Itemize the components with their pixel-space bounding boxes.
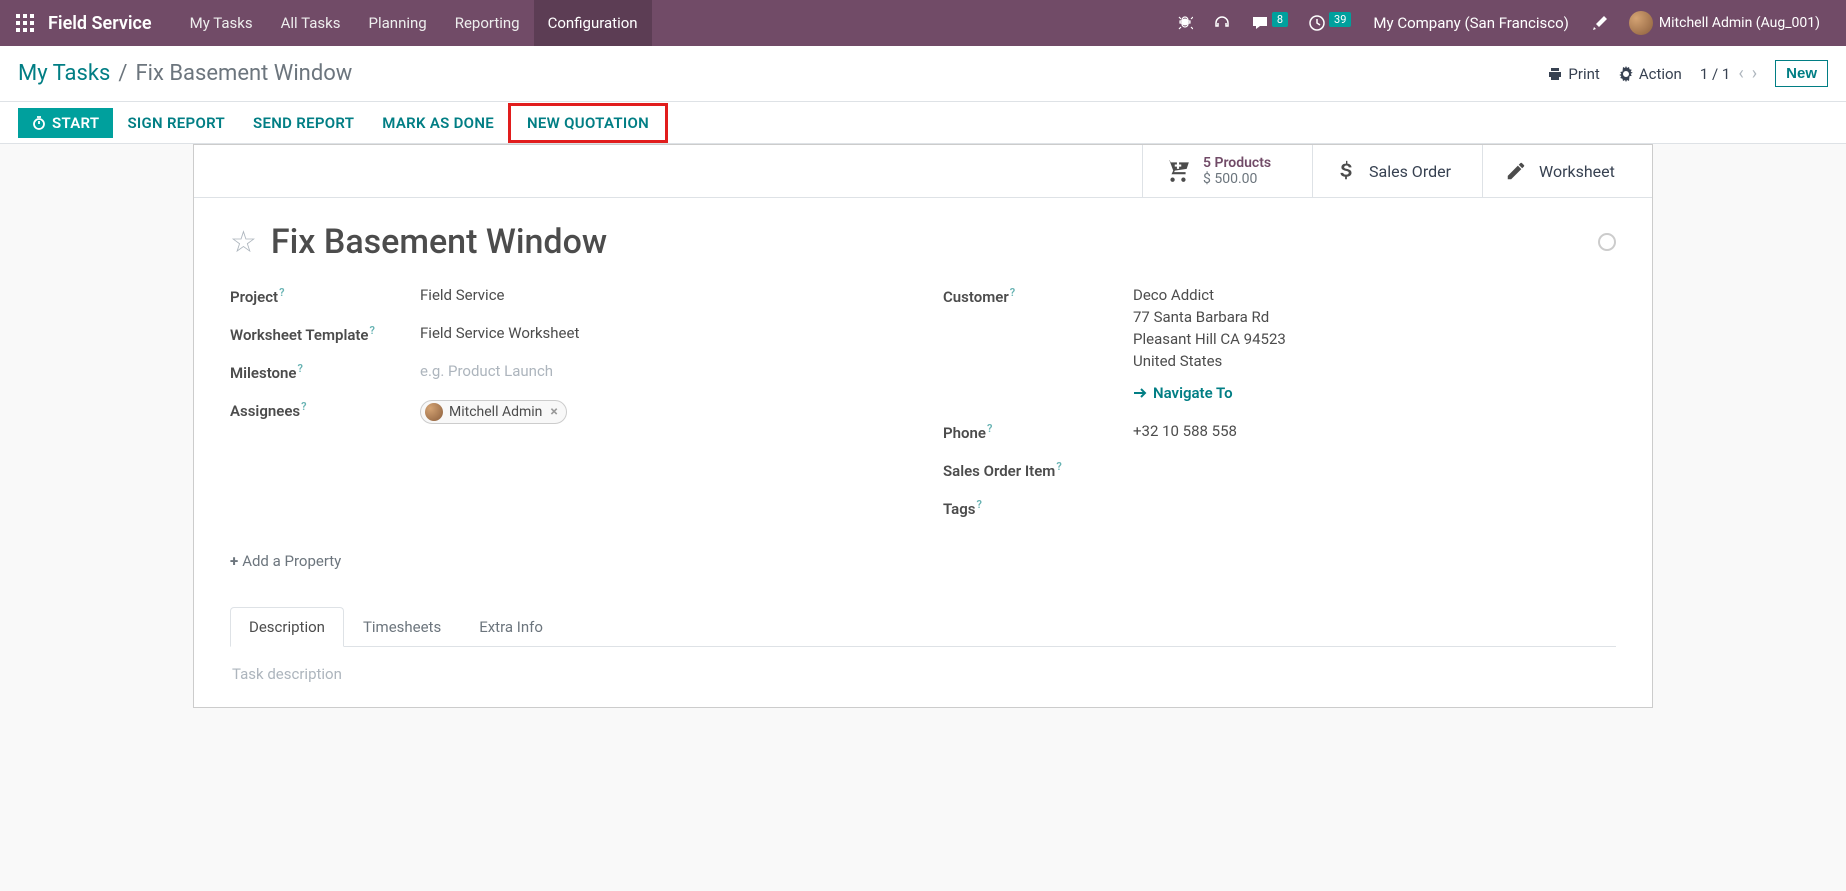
add-property-button[interactable]: + Add a Property	[230, 552, 341, 570]
sign-report-button[interactable]: SIGN REPORT	[113, 108, 239, 138]
project-label: Project?	[230, 286, 420, 306]
stat-worksheet-label: Worksheet	[1539, 162, 1615, 181]
brand-title[interactable]: Field Service	[48, 13, 152, 34]
stat-products-line2: $ 500.00	[1203, 171, 1271, 187]
remove-icon[interactable]: ×	[550, 404, 557, 420]
nav-planning[interactable]: Planning	[355, 0, 441, 46]
tags-label: Tags?	[943, 498, 1133, 518]
send-report-button[interactable]: SEND REPORT	[239, 108, 368, 138]
stat-worksheet[interactable]: Worksheet	[1482, 145, 1652, 197]
start-button[interactable]: START	[18, 108, 113, 138]
control-row: My Tasks / Fix Basement Window Print Act…	[0, 46, 1846, 102]
sales-order-item-label: Sales Order Item?	[943, 460, 1133, 480]
nav-reporting[interactable]: Reporting	[441, 0, 534, 46]
pencil-icon	[1505, 160, 1527, 182]
description-input[interactable]: Task description	[230, 647, 1616, 683]
help-icon[interactable]: ?	[298, 362, 303, 375]
task-title[interactable]: Fix Basement Window	[271, 222, 607, 262]
form-col-left: Project? Field Service Worksheet Templat…	[230, 286, 903, 536]
tab-extra-info[interactable]: Extra Info	[460, 607, 562, 647]
stat-products[interactable]: 5 Products $ 500.00	[1142, 145, 1312, 197]
assignee-name: Mitchell Admin	[449, 404, 542, 420]
customer-value[interactable]: Deco Addict 77 Santa Barbara Rd Pleasant…	[1133, 286, 1616, 404]
stat-sales-order-label: Sales Order	[1369, 162, 1451, 181]
tab-timesheets[interactable]: Timesheets	[344, 607, 460, 647]
action-button[interactable]: Action	[1618, 65, 1682, 83]
user-menu[interactable]: Mitchell Admin (Aug_001)	[1629, 11, 1820, 35]
help-icon[interactable]: ?	[1010, 286, 1015, 299]
statusbar: START SIGN REPORT SEND REPORT MARK AS DO…	[0, 102, 1846, 144]
tabs: Description Timesheets Extra Info	[230, 606, 1616, 647]
stat-sales-order[interactable]: Sales Order	[1312, 145, 1482, 197]
timer-icon	[32, 116, 46, 130]
customer-label: Customer?	[943, 286, 1133, 306]
breadcrumb-sep: /	[118, 61, 127, 86]
milestone-label: Milestone?	[230, 362, 420, 382]
activities-icon[interactable]: 39	[1308, 14, 1351, 32]
form-columns: Project? Field Service Worksheet Templat…	[230, 286, 1616, 536]
gear-icon	[1618, 66, 1634, 82]
kanban-state-dot[interactable]	[1598, 233, 1616, 251]
company-switcher[interactable]: My Company (San Francisco)	[1373, 14, 1568, 32]
breadcrumb-current: Fix Basement Window	[135, 61, 352, 86]
pager-text: 1 / 1	[1700, 65, 1731, 83]
highlight-box: NEW QUOTATION	[508, 103, 668, 143]
phone-value[interactable]: +32 10 588 558	[1133, 422, 1616, 440]
project-value[interactable]: Field Service	[420, 286, 903, 304]
tab-description[interactable]: Description	[230, 607, 344, 647]
new-quotation-button[interactable]: NEW QUOTATION	[513, 108, 663, 138]
control-actions: Print Action 1 / 1 ‹ › New	[1547, 60, 1828, 87]
sheet-background: 5 Products $ 500.00 Sales Order Workshee…	[0, 144, 1846, 891]
help-icon[interactable]: ?	[370, 324, 375, 337]
help-icon[interactable]: ?	[279, 286, 284, 299]
messages-icon[interactable]: 8	[1251, 14, 1288, 32]
help-icon[interactable]: ?	[301, 400, 306, 413]
assignees-label: Assignees?	[230, 400, 420, 420]
form-sheet: 5 Products $ 500.00 Sales Order Workshee…	[193, 144, 1653, 708]
pager-next[interactable]: ›	[1752, 63, 1757, 84]
help-icon[interactable]: ?	[1056, 460, 1061, 473]
help-icon[interactable]: ?	[977, 498, 982, 511]
form-col-right: Customer? Deco Addict 77 Santa Barbara R…	[943, 286, 1616, 536]
dollar-icon	[1335, 160, 1357, 182]
avatar	[425, 403, 443, 421]
breadcrumb-root[interactable]: My Tasks	[18, 61, 110, 86]
arrow-right-icon	[1133, 386, 1147, 400]
plus-icon: +	[230, 552, 238, 570]
messages-badge: 8	[1272, 12, 1288, 27]
tools-icon[interactable]	[1591, 14, 1609, 32]
stat-products-line1: 5 Products	[1203, 155, 1271, 171]
print-button[interactable]: Print	[1547, 65, 1599, 83]
assignee-chip[interactable]: Mitchell Admin ×	[420, 400, 567, 424]
mark-done-button[interactable]: MARK AS DONE	[368, 108, 508, 138]
apps-icon[interactable]	[16, 14, 34, 32]
worksheet-template-value[interactable]: Field Service Worksheet	[420, 324, 903, 342]
title-row: ☆ Fix Basement Window	[230, 222, 1616, 262]
avatar	[1629, 11, 1653, 35]
phone-label: Phone?	[943, 422, 1133, 442]
user-name: Mitchell Admin (Aug_001)	[1659, 15, 1820, 31]
pager: 1 / 1 ‹ ›	[1700, 63, 1757, 84]
debug-icon[interactable]	[1177, 15, 1193, 31]
new-button[interactable]: New	[1775, 60, 1828, 87]
assignees-value[interactable]: Mitchell Admin ×	[420, 400, 903, 425]
support-icon[interactable]	[1213, 14, 1231, 32]
navigate-to-link[interactable]: Navigate To	[1133, 384, 1233, 402]
main-navbar: Field Service My Tasks All Tasks Plannin…	[0, 0, 1846, 46]
cart-plus-icon	[1165, 158, 1191, 184]
milestone-input[interactable]: e.g. Product Launch	[420, 362, 903, 380]
star-icon[interactable]: ☆	[230, 225, 257, 260]
nav-my-tasks[interactable]: My Tasks	[176, 0, 267, 46]
stat-button-row: 5 Products $ 500.00 Sales Order Workshee…	[194, 145, 1652, 198]
breadcrumb: My Tasks / Fix Basement Window	[18, 61, 352, 86]
worksheet-template-label: Worksheet Template?	[230, 324, 420, 344]
nav-all-tasks[interactable]: All Tasks	[267, 0, 355, 46]
nav-configuration[interactable]: Configuration	[534, 0, 652, 46]
print-icon	[1547, 66, 1563, 82]
pager-prev[interactable]: ‹	[1738, 63, 1743, 84]
activities-badge: 39	[1329, 12, 1351, 27]
help-icon[interactable]: ?	[987, 422, 992, 435]
